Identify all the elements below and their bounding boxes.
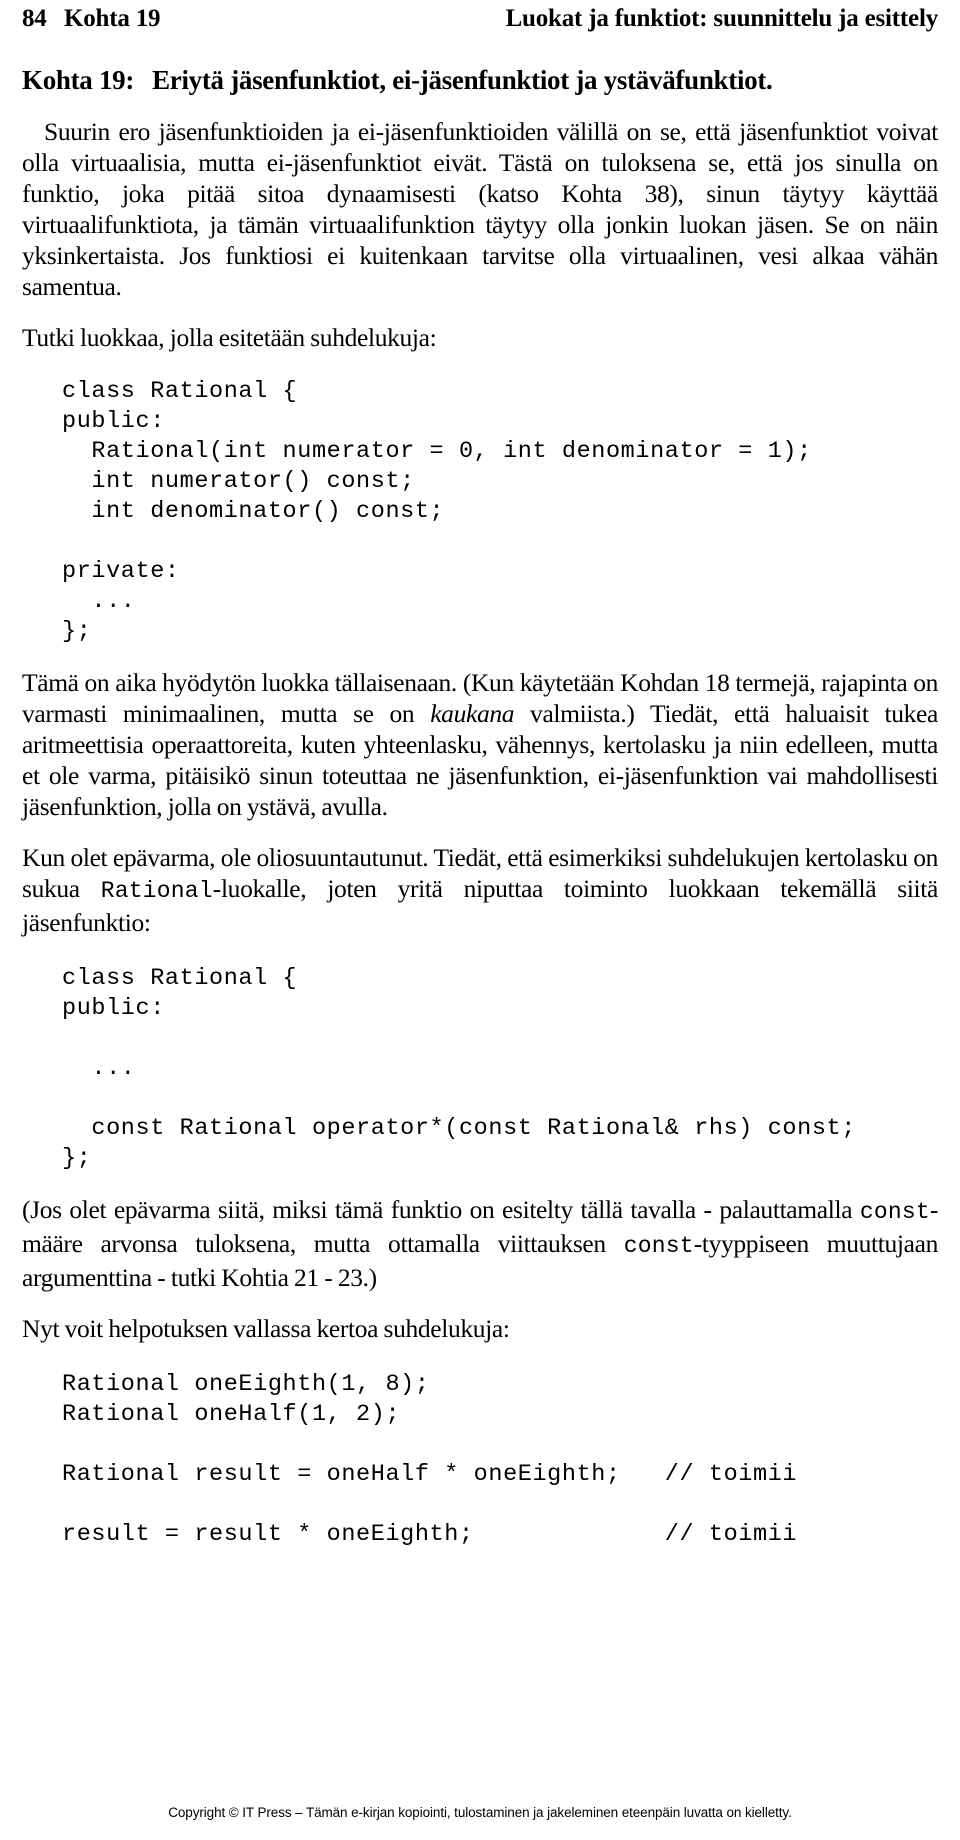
inline-code-const: const (859, 1199, 930, 1225)
code-block-usage: Rational oneEighth(1, 8); Rational oneHa… (62, 1370, 938, 1550)
code-block-operator-member: class Rational { public: ... const Ratio… (62, 964, 938, 1174)
paragraph-useless-class: Tämä on aika hyödytön luokka tällaisenaa… (22, 667, 938, 822)
paragraph-usage-intro: Nyt voit helpotuksen vallassa kertoa suh… (22, 1314, 510, 1343)
paragraph-const-note: (Jos olet epävarma siitä, miksi tämä fun… (22, 1194, 938, 1293)
emphasis-kaukana: kaukana (430, 699, 515, 728)
running-head: 84 Kohta 19 Luokat ja funktiot: suunnitt… (22, 0, 938, 34)
document-page: 84 Kohta 19 Luokat ja funktiot: suunnitt… (0, 0, 960, 1840)
heading-text: Eriytä jäsenfunktiot, ei-jäsenfunktiot j… (152, 65, 773, 95)
code-listing: class Rational { public: Rational(int nu… (62, 378, 812, 645)
code-listing: Rational oneEighth(1, 8); Rational oneHa… (62, 1371, 798, 1548)
page-number: 84 (22, 5, 47, 32)
inline-code-const: const (623, 1233, 694, 1259)
heading-label: Kohta 19: (22, 65, 135, 95)
running-head-title: Luokat ja funktiot: suunnittelu ja esitt… (505, 5, 939, 32)
paragraph-class-intro: Tutki luokkaa, jolla esitetään suhdeluku… (22, 323, 437, 352)
running-head-section: Kohta 19 (64, 5, 161, 32)
inline-code-rational: Rational (100, 878, 213, 904)
code-block-rational-class: class Rational { public: Rational(int nu… (62, 377, 938, 647)
paragraph-intro: Suurin ero jäsenfunktioiden ja ei-jäsenf… (22, 117, 938, 301)
paragraph-object-oriented: Kun olet epävarma, ole oliosuuntautunut.… (22, 842, 938, 938)
page-title: Kohta 19: Eriytä jäsenfunktiot, ei-jäsenf… (22, 64, 938, 96)
paragraph-text-part: (Jos olet epävarma siitä, miksi tämä fun… (22, 1195, 860, 1224)
code-listing: class Rational { public: ... const Ratio… (62, 965, 856, 1172)
copyright-footer: Copyright © IT Press – Tämän e-kirjan ko… (168, 1805, 792, 1820)
